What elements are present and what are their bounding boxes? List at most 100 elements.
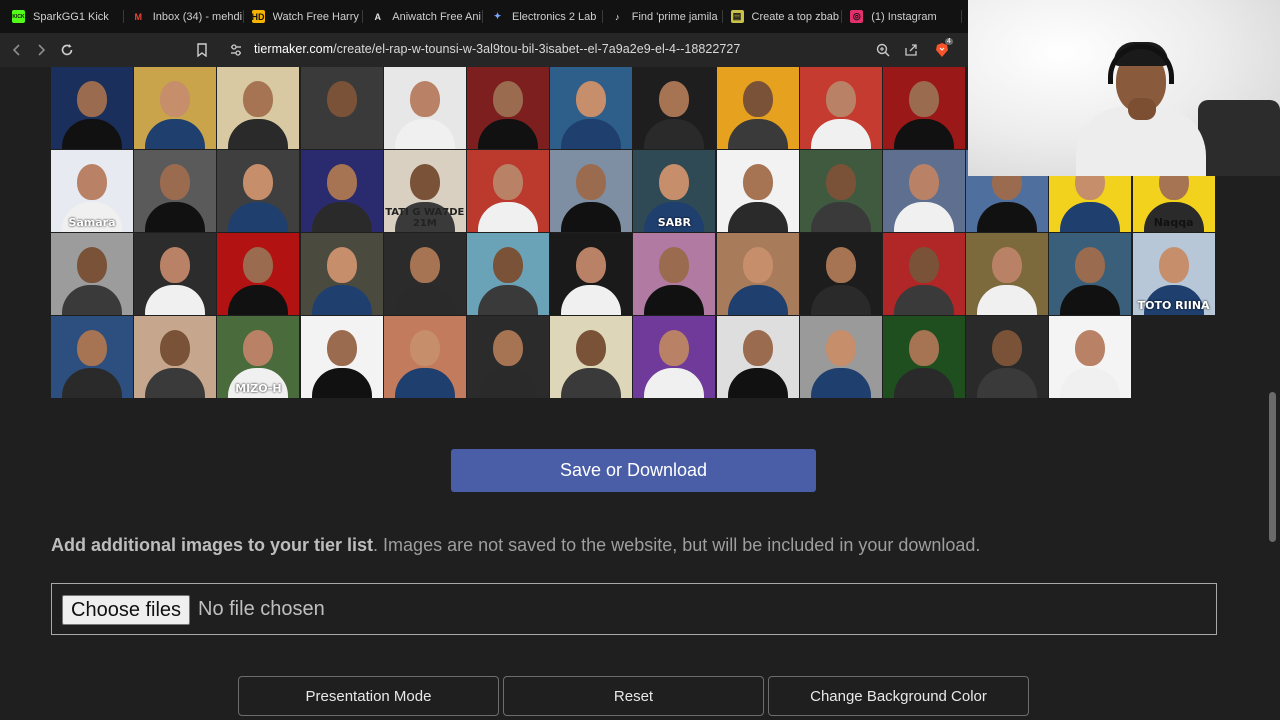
- draggable-image-tile[interactable]: [467, 316, 549, 398]
- presentation-mode-button[interactable]: Presentation Mode: [238, 676, 499, 716]
- draggable-image-tile[interactable]: [799, 150, 882, 232]
- gaming-chair: [1198, 100, 1280, 176]
- tiermaker-icon: ▤: [730, 10, 744, 23]
- hd-icon: HD: [251, 10, 265, 23]
- draggable-image-tile[interactable]: [383, 67, 466, 149]
- draggable-image-tile[interactable]: [217, 233, 300, 315]
- draggable-image-tile[interactable]: [716, 67, 799, 149]
- choose-files-button[interactable]: Choose files: [62, 595, 191, 625]
- draggable-image-tile[interactable]: [716, 150, 799, 232]
- zoom-icon: [876, 43, 890, 57]
- reset-button[interactable]: Reset: [503, 676, 764, 716]
- brave-shields-button[interactable]: 4: [930, 38, 954, 62]
- file-upload-area[interactable]: Choose files No file chosen: [51, 583, 1217, 635]
- draggable-image-tile[interactable]: SABR: [633, 150, 716, 232]
- webcam-overlay: [968, 0, 1280, 176]
- browser-tab[interactable]: M Inbox (34) - mehdi: [130, 0, 250, 33]
- browser-tab[interactable]: KICK SparkGG1 Kick: [10, 0, 130, 33]
- tab-title: Inbox (34) - mehdi: [152, 10, 243, 23]
- draggable-image-tile[interactable]: [300, 233, 383, 315]
- draggable-image-tile[interactable]: [883, 150, 965, 232]
- draggable-image-tile[interactable]: [966, 233, 1049, 315]
- browser-tab[interactable]: ◎ (1) Instagram: [848, 0, 968, 33]
- tile-caption: Naqqa: [1153, 216, 1194, 229]
- share-button[interactable]: [899, 38, 923, 62]
- tab-title: Create a top zbab: [751, 10, 839, 23]
- draggable-image-tile[interactable]: [550, 67, 633, 149]
- bookmark-icon: [197, 43, 207, 57]
- zoom-button[interactable]: [871, 38, 895, 62]
- draggable-image-tile[interactable]: [716, 233, 799, 315]
- add-images-heading: Add additional images to your tier list: [51, 535, 374, 555]
- url-path: /create/el-rap-w-tounsi-w-3al9tou-bil-3i…: [333, 42, 741, 56]
- draggable-image-tile[interactable]: [550, 233, 633, 315]
- draggable-image-tile[interactable]: [883, 233, 965, 315]
- draggable-image-tile[interactable]: [633, 67, 716, 149]
- draggable-image-tile[interactable]: [550, 316, 633, 398]
- draggable-image-tile[interactable]: [966, 316, 1049, 398]
- draggable-image-tile[interactable]: [883, 316, 965, 398]
- site-info-button[interactable]: [224, 38, 248, 62]
- draggable-image-tile[interactable]: [300, 67, 383, 149]
- forward-arrow-icon: [38, 44, 46, 56]
- draggable-image-tile[interactable]: [716, 316, 799, 398]
- change-background-color-button[interactable]: Change Background Color: [768, 676, 1029, 716]
- tile-caption: TOTO RIINA: [1137, 299, 1210, 312]
- tile-caption: Samara: [68, 216, 116, 229]
- draggable-image-tile[interactable]: [217, 67, 300, 149]
- draggable-image-tile[interactable]: [1049, 233, 1132, 315]
- browser-tab[interactable]: HD Watch Free Harry: [250, 0, 370, 33]
- instagram-icon: ◎: [850, 10, 864, 23]
- draggable-image-tile[interactable]: [134, 67, 217, 149]
- draggable-image-tile[interactable]: [550, 150, 633, 232]
- tiktok-icon: ♪: [615, 11, 620, 22]
- tile-caption: TATI G WA7DE 21M: [385, 207, 465, 229]
- draggable-image-tile[interactable]: [633, 233, 716, 315]
- draggable-image-tile[interactable]: Samara: [51, 150, 133, 232]
- draggable-image-tile[interactable]: [883, 67, 965, 149]
- browser-toolbar: tiermaker.com/create/el-rap-w-tounsi-w-3…: [0, 33, 968, 67]
- draggable-image-tile[interactable]: [134, 316, 217, 398]
- draggable-image-tile[interactable]: [1049, 316, 1132, 398]
- draggable-image-tile[interactable]: [383, 316, 466, 398]
- back-arrow-icon: [12, 44, 20, 56]
- bookmark-button[interactable]: [190, 38, 214, 62]
- draggable-image-tile[interactable]: [799, 316, 882, 398]
- draggable-image-tile[interactable]: [467, 150, 549, 232]
- add-images-note: . Images are not saved to the website, b…: [373, 535, 981, 555]
- reload-icon: [61, 44, 73, 56]
- tab-title: (1) Instagram: [871, 10, 937, 23]
- forward-button[interactable]: [29, 38, 53, 62]
- draggable-image-tile[interactable]: [300, 316, 383, 398]
- save-or-download-button[interactable]: Save or Download: [451, 449, 816, 492]
- draggable-image-tile[interactable]: [383, 233, 466, 315]
- tab-title: Watch Free Harry: [272, 10, 359, 23]
- draggable-image-tile[interactable]: [134, 150, 217, 232]
- browser-tab[interactable]: A Aniwatch Free Ani: [369, 0, 489, 33]
- tab-title: SparkGG1 Kick: [33, 10, 109, 23]
- browser-tab[interactable]: ♪ Find 'prime jamila: [609, 0, 729, 33]
- browser-tab[interactable]: ▤ Create a top zbab: [729, 0, 849, 33]
- draggable-image-tile[interactable]: [217, 150, 300, 232]
- draggable-image-tile[interactable]: TOTO RIINA: [1132, 233, 1215, 315]
- reload-button[interactable]: [55, 38, 79, 62]
- share-icon: [905, 44, 917, 56]
- draggable-image-tile[interactable]: [51, 233, 133, 315]
- browser-tab[interactable]: ✦ Electronics 2 Lab: [489, 0, 609, 33]
- draggable-image-tile[interactable]: [799, 67, 882, 149]
- url-host: tiermaker.com: [254, 42, 334, 56]
- draggable-image-tile[interactable]: [467, 67, 549, 149]
- draggable-image-tile[interactable]: [633, 316, 716, 398]
- draggable-image-tile[interactable]: [51, 67, 133, 149]
- draggable-image-tile[interactable]: MIZO-H: [217, 316, 300, 398]
- draggable-image-tile[interactable]: [134, 233, 217, 315]
- kick-icon: KICK: [12, 10, 25, 23]
- draggable-image-tile[interactable]: [467, 233, 549, 315]
- draggable-image-tile[interactable]: [799, 233, 882, 315]
- address-bar[interactable]: tiermaker.com/create/el-rap-w-tounsi-w-3…: [254, 42, 740, 56]
- scrollbar-thumb[interactable]: [1269, 392, 1276, 542]
- draggable-image-tile[interactable]: [51, 316, 133, 398]
- draggable-image-tile[interactable]: [300, 150, 383, 232]
- draggable-image-tile[interactable]: TATI G WA7DE 21M: [383, 150, 466, 232]
- back-button[interactable]: [5, 38, 29, 62]
